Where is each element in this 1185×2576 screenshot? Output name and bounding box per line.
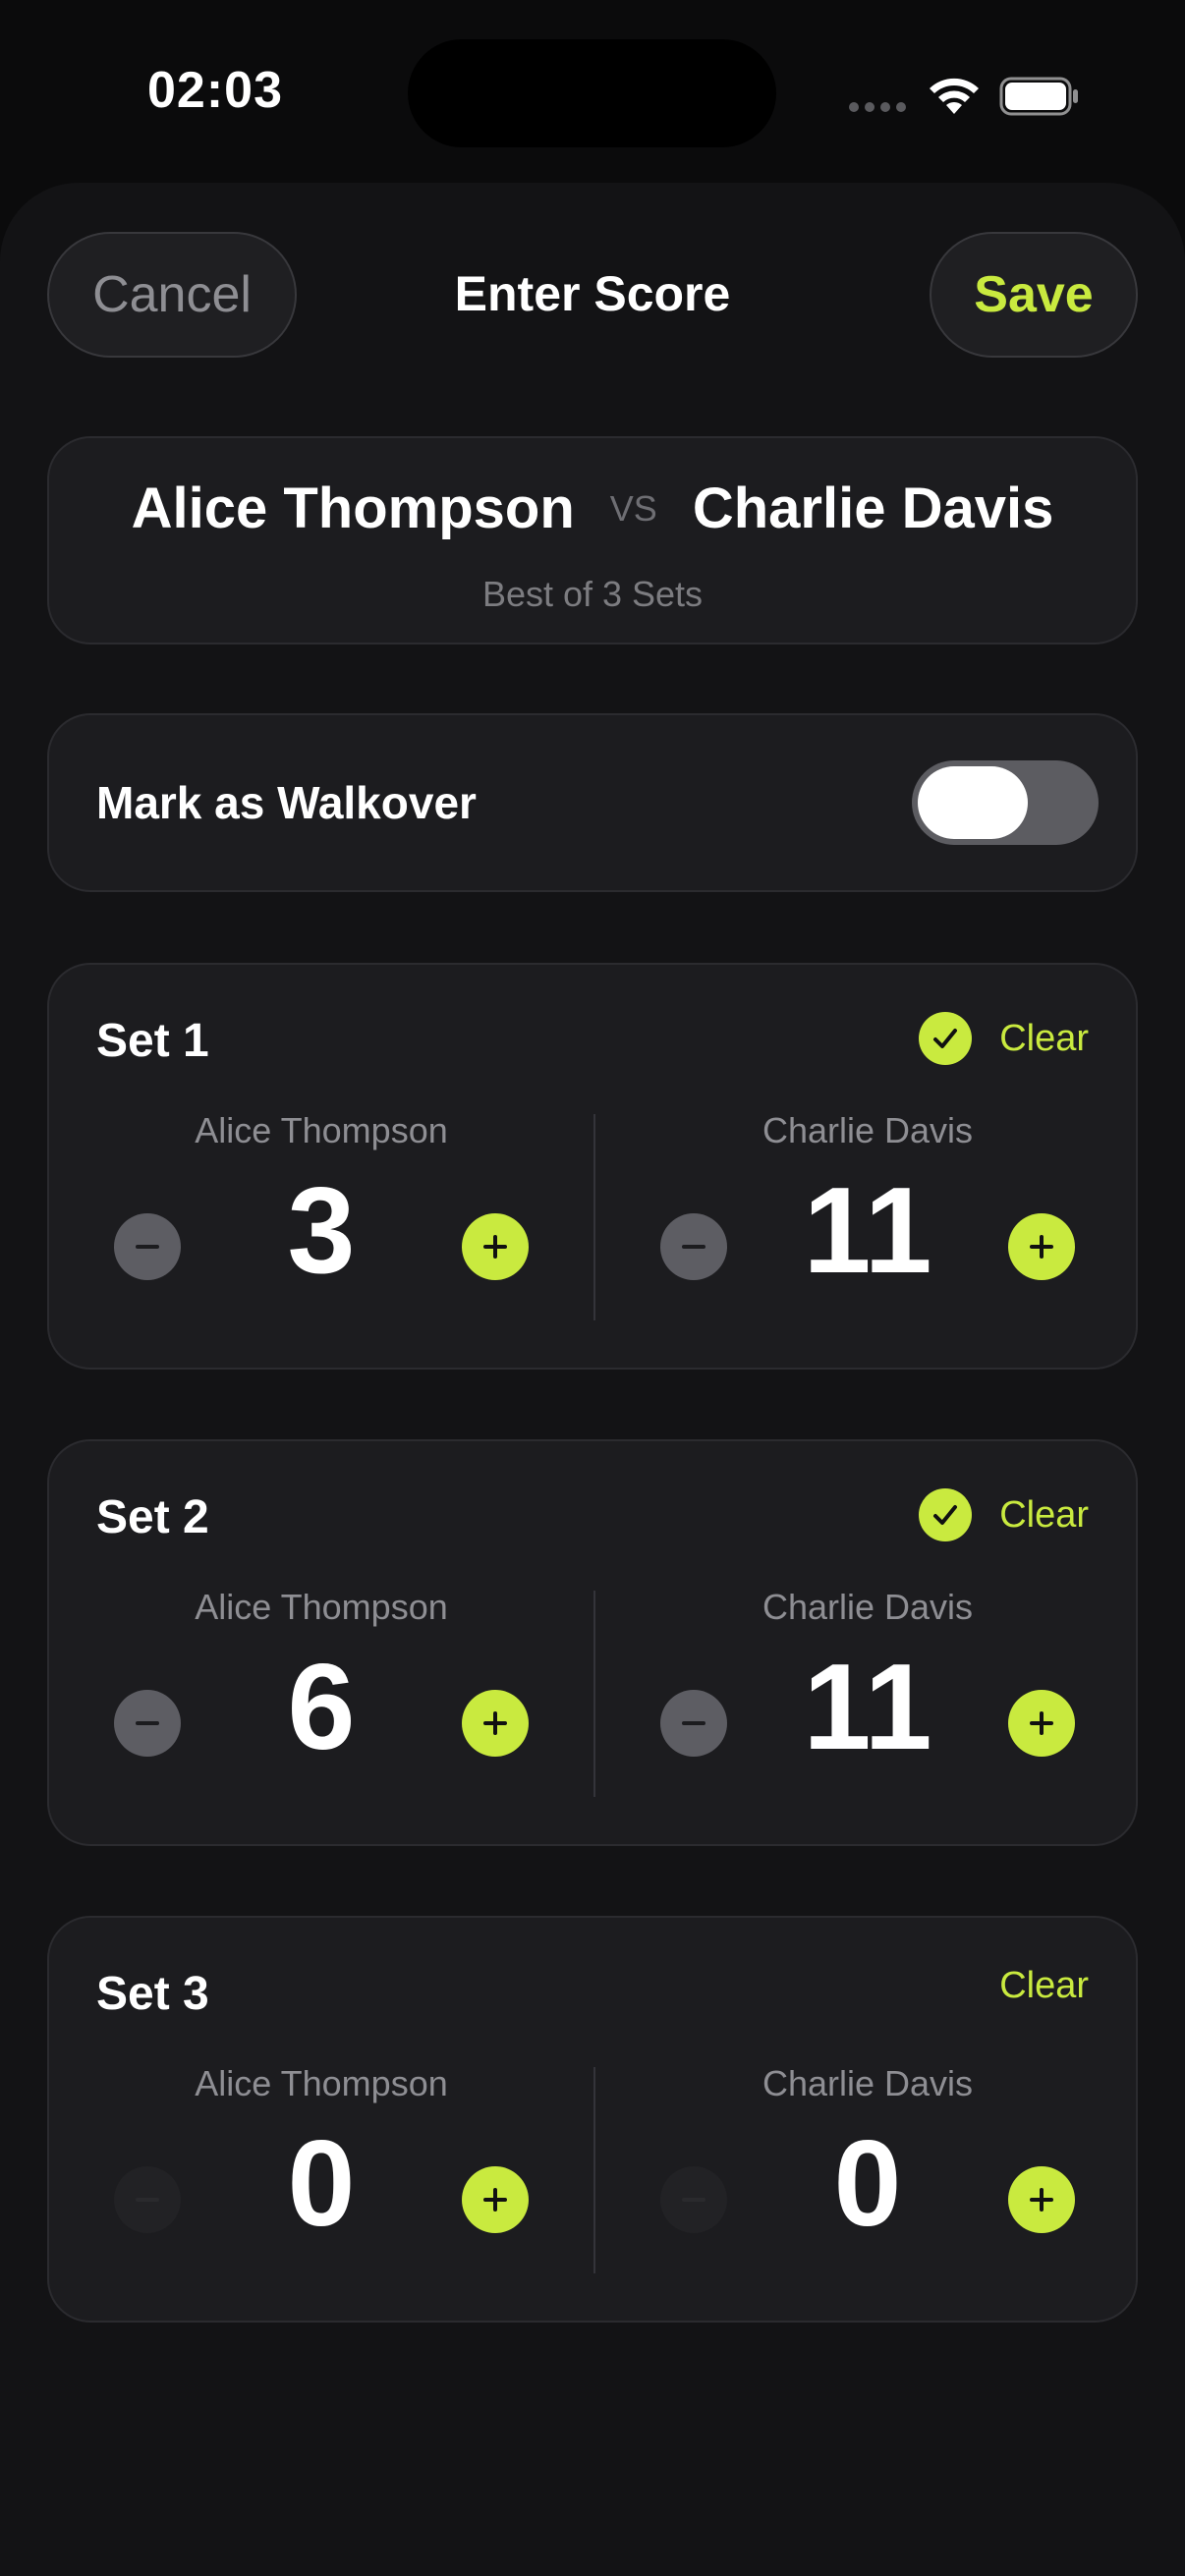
set-card-2: Set 2 Clear Alice Thompson 6 Charlie Dav…	[47, 1439, 1138, 1846]
player1-score-side: Alice Thompson 0	[49, 2063, 593, 2299]
plus-icon	[1030, 2188, 1053, 2212]
plus-icon	[1030, 1235, 1053, 1259]
player-label: Alice Thompson	[195, 1110, 448, 1150]
player2-score-side: Charlie Davis 11	[595, 1110, 1140, 1346]
player-label: Alice Thompson	[195, 2063, 448, 2103]
cellular-signal-icon	[849, 102, 906, 112]
match-summary-card: Alice Thompson VS Charlie Davis Best of …	[47, 436, 1138, 644]
increment-button[interactable]	[462, 2166, 529, 2233]
set-status: Clear	[999, 1965, 1089, 2007]
score-entry-sheet: Cancel Enter Score Save Alice Thompson V…	[0, 183, 1185, 2576]
dynamic-island	[408, 39, 776, 147]
set-card-3: Set 3 Clear Alice Thompson 0 Charlie Dav…	[47, 1916, 1138, 2323]
player2-score-side: Charlie Davis 0	[595, 2063, 1140, 2299]
player-label: Charlie Davis	[762, 1110, 974, 1150]
set-title: Set 2	[96, 1491, 209, 1543]
plus-icon	[1030, 1711, 1053, 1735]
player2-score-side: Charlie Davis 11	[595, 1587, 1140, 1822]
increment-button[interactable]	[1008, 1690, 1075, 1757]
player2-name: Charlie Davis	[692, 476, 1054, 540]
player-label: Charlie Davis	[762, 2063, 974, 2103]
battery-icon	[999, 77, 1078, 116]
set-title: Set 3	[96, 1968, 209, 2020]
player-label: Alice Thompson	[195, 1587, 448, 1627]
check-icon	[919, 1488, 973, 1541]
match-players: Alice Thompson VS Charlie Davis	[49, 476, 1136, 541]
check-icon	[919, 1012, 973, 1065]
walkover-label: Mark as Walkover	[96, 777, 477, 828]
walkover-toggle[interactable]	[912, 760, 1099, 845]
wifi-icon	[930, 78, 979, 114]
plus-icon	[483, 1235, 507, 1259]
save-button[interactable]: Save	[930, 232, 1138, 358]
toggle-knob	[918, 766, 1028, 839]
increment-button[interactable]	[1008, 1213, 1075, 1280]
clear-set-button[interactable]: Clear	[999, 1965, 1089, 2007]
set-title: Set 1	[96, 1015, 209, 1067]
status-time: 02:03	[147, 62, 283, 119]
status-bar: 02:03	[0, 0, 1185, 187]
increment-button[interactable]	[462, 1690, 529, 1757]
set-status: Clear	[919, 1488, 1089, 1541]
clear-set-button[interactable]: Clear	[999, 1018, 1089, 1060]
match-format: Best of 3 Sets	[481, 574, 704, 614]
increment-button[interactable]	[462, 1213, 529, 1280]
walkover-row: Mark as Walkover	[47, 713, 1138, 892]
plus-icon	[483, 1711, 507, 1735]
plus-icon	[483, 2188, 507, 2212]
set-card-1: Set 1 Clear Alice Thompson 3 Charlie Dav…	[47, 963, 1138, 1370]
set-status: Clear	[919, 1012, 1089, 1065]
player-label: Charlie Davis	[762, 1587, 974, 1627]
vs-label: VS	[609, 487, 657, 529]
player1-score-side: Alice Thompson 3	[49, 1110, 593, 1346]
increment-button[interactable]	[1008, 2166, 1075, 2233]
clear-set-button[interactable]: Clear	[999, 1494, 1089, 1537]
player1-score-side: Alice Thompson 6	[49, 1587, 593, 1822]
player1-name: Alice Thompson	[131, 476, 575, 540]
